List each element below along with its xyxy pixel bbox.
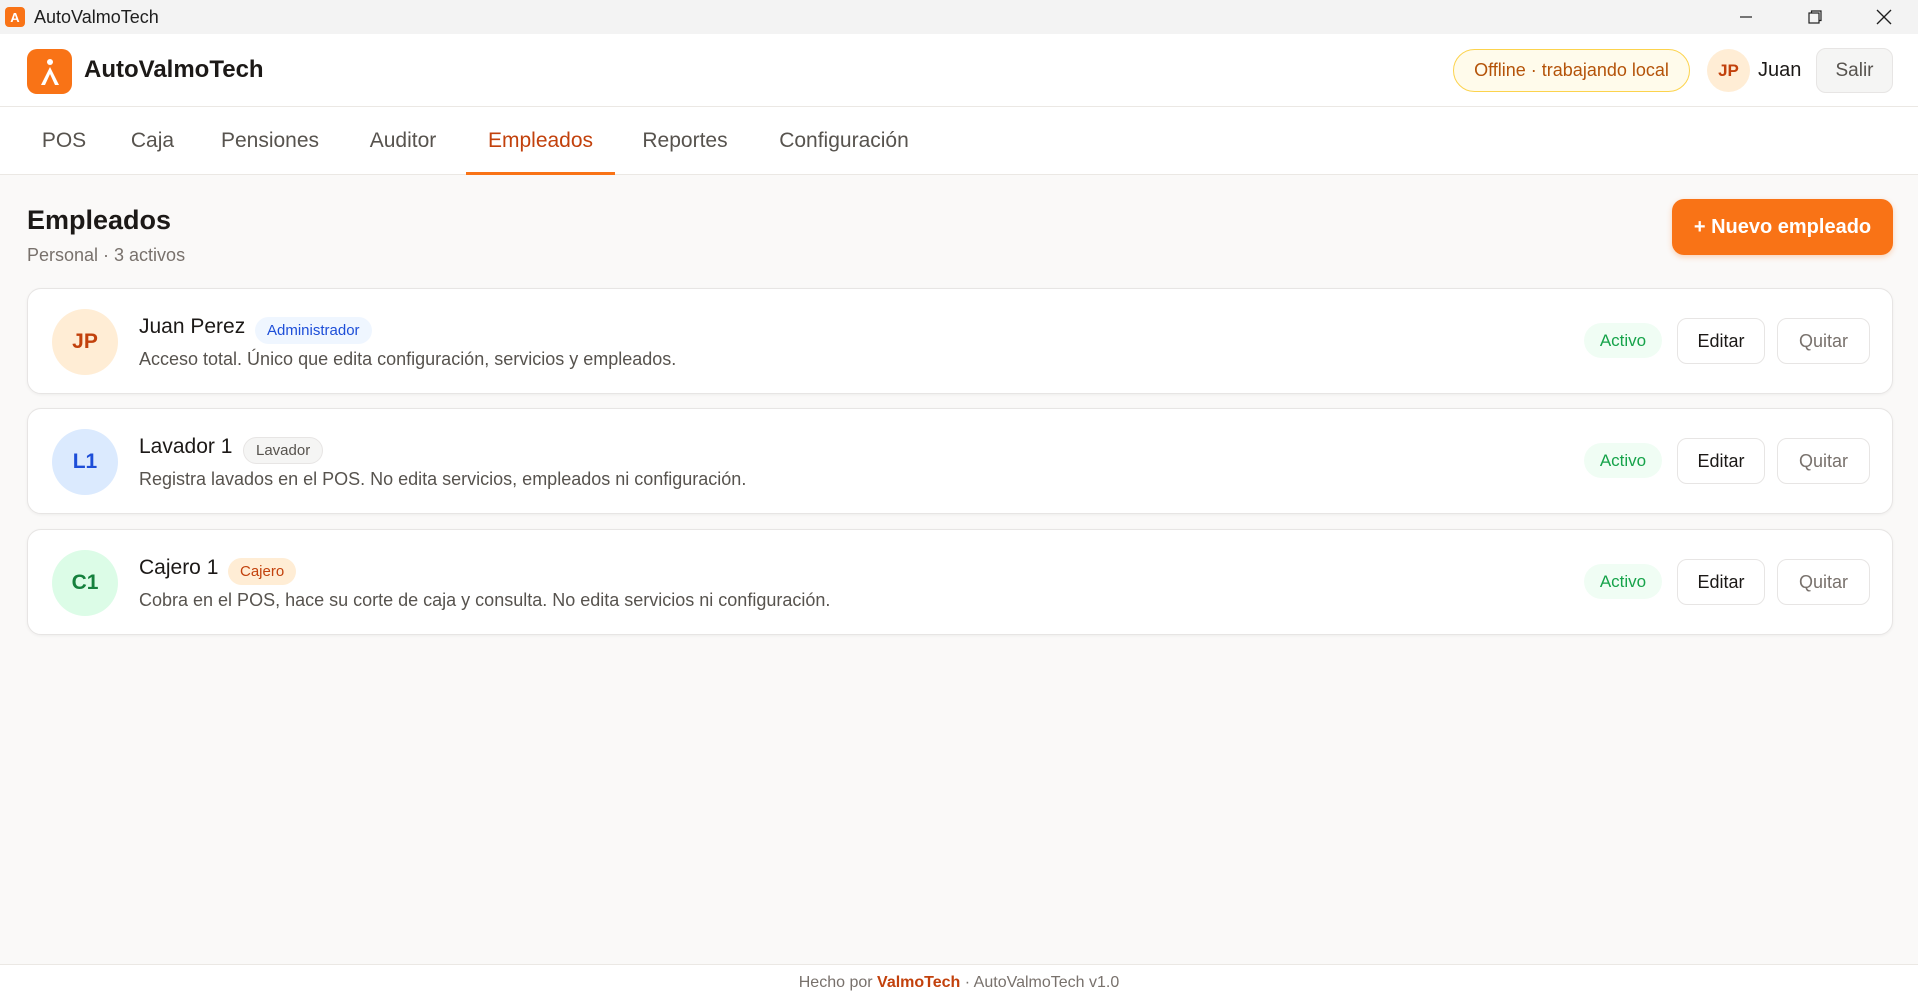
tab-pos[interactable]: POS xyxy=(22,107,106,175)
page-subtitle: Personal · 3 activos xyxy=(27,245,186,265)
tab-empleados[interactable]: Empleados xyxy=(466,107,615,175)
page-title: Empleados xyxy=(27,205,172,235)
footer-prefix: Hecho por xyxy=(798,973,873,991)
main-tabs: POS Caja Pensiones Auditor Empleados Rep… xyxy=(0,107,1918,175)
minimize-icon xyxy=(1739,16,1752,18)
employee-name: Juan Perez xyxy=(139,315,246,338)
employee-avatar: C1 xyxy=(52,550,118,616)
app-footer: Hecho por ValmoTech · AutoValmoTech v1.0 xyxy=(0,964,1918,1000)
role-badge: Cajero xyxy=(228,558,297,585)
role-badge: Administrador xyxy=(255,317,372,344)
employee-card: C1 Cajero 1 Cajero Cobra en el POS, hace… xyxy=(27,529,1893,635)
footer-company: ValmoTech xyxy=(877,973,961,991)
role-badge: Lavador xyxy=(243,437,324,464)
restore-icon xyxy=(1807,10,1822,24)
employee-name: Cajero 1 xyxy=(139,556,219,579)
brand-logo-icon xyxy=(27,49,72,94)
employee-card: L1 Lavador 1 Lavador Registra lavados en… xyxy=(27,408,1893,514)
new-employee-button[interactable]: + Nuevo empleado xyxy=(1672,199,1893,255)
employee-avatar: L1 xyxy=(52,429,118,495)
employee-avatar: JP xyxy=(52,309,118,375)
edit-button[interactable]: Editar xyxy=(1677,559,1765,605)
edit-button[interactable]: Editar xyxy=(1677,438,1765,484)
employee-name: Lavador 1 xyxy=(139,435,233,458)
close-icon xyxy=(1876,9,1891,25)
window-title-bar: A AutoValmoTech xyxy=(0,0,1918,34)
employee-description: Registra lavados en el POS. No edita ser… xyxy=(139,469,747,489)
minimize-button[interactable] xyxy=(1711,0,1780,34)
restore-button[interactable] xyxy=(1780,0,1849,34)
window-title: AutoValmoTech xyxy=(34,6,159,27)
tab-auditor[interactable]: Auditor xyxy=(350,107,456,175)
app-icon: A xyxy=(5,7,25,27)
status-badge: Activo xyxy=(1584,564,1662,599)
tab-reportes[interactable]: Reportes xyxy=(628,107,742,175)
employee-description: Acceso total. Único que edita configurac… xyxy=(139,349,677,369)
logout-button[interactable]: Salir xyxy=(1816,48,1893,93)
remove-button[interactable]: Quitar xyxy=(1777,318,1870,364)
status-badge: Activo xyxy=(1584,323,1662,358)
footer-version: · AutoValmoTech v1.0 xyxy=(964,973,1120,991)
remove-button[interactable]: Quitar xyxy=(1777,438,1870,484)
user-name: Juan xyxy=(1758,59,1802,81)
tab-caja[interactable]: Caja xyxy=(115,107,190,175)
close-window-button[interactable] xyxy=(1849,0,1918,34)
tab-pensiones[interactable]: Pensiones xyxy=(204,107,336,175)
remove-button[interactable]: Quitar xyxy=(1777,559,1870,605)
status-badge: Activo xyxy=(1584,443,1662,478)
employee-description: Cobra en el POS, hace su corte de caja y… xyxy=(139,590,831,610)
employee-card: JP Juan Perez Administrador Acceso total… xyxy=(27,288,1893,394)
user-avatar[interactable]: JP xyxy=(1707,49,1750,92)
app-header: AutoValmoTech Offline · trabajando local… xyxy=(0,34,1918,107)
connection-status-badge: Offline · trabajando local xyxy=(1453,49,1690,92)
brand-name: AutoValmoTech xyxy=(84,56,264,83)
tab-configuracion[interactable]: Configuración xyxy=(757,107,931,175)
edit-button[interactable]: Editar xyxy=(1677,318,1765,364)
